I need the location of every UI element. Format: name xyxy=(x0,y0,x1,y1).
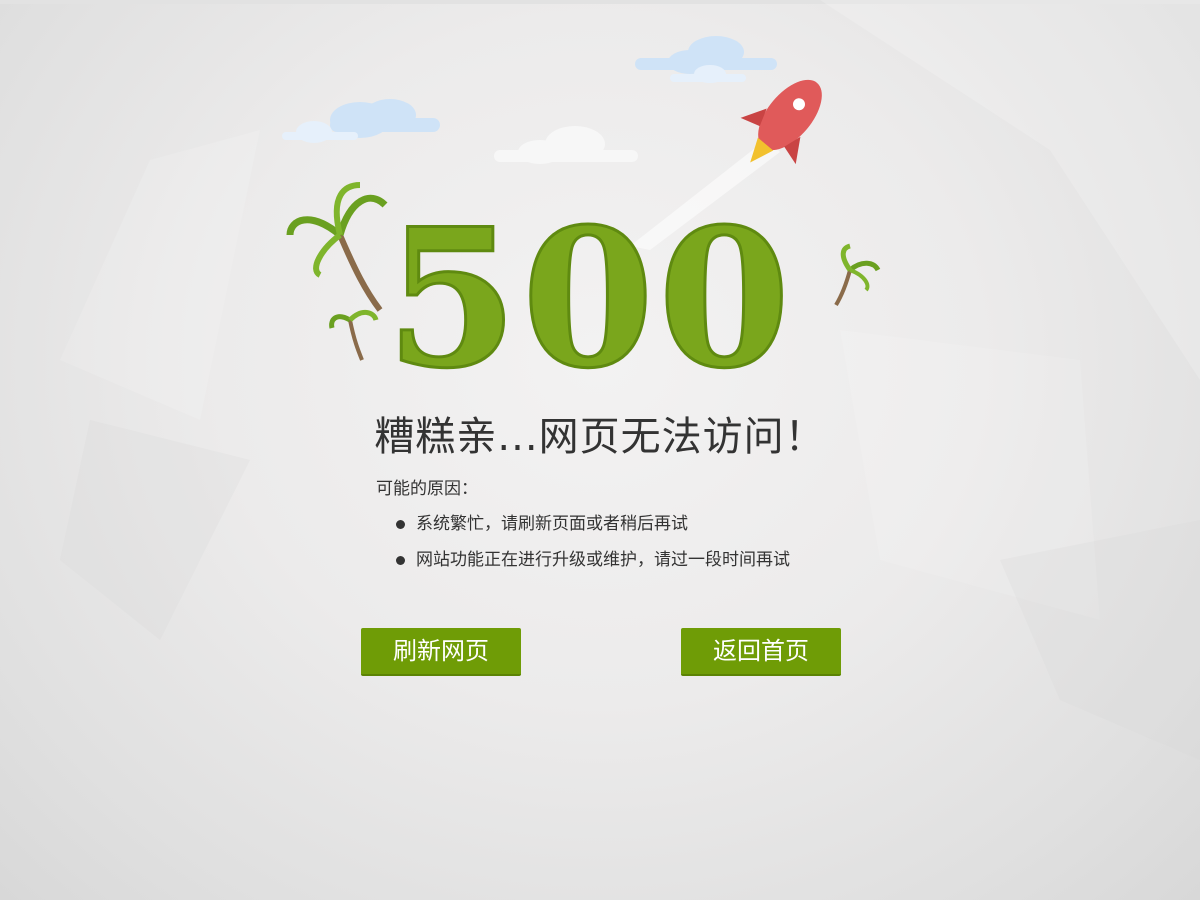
error-code: 500 xyxy=(386,187,795,400)
bullet-icon xyxy=(396,520,405,529)
reason-text: 网站功能正在进行升级或维护，请过一段时间再试 xyxy=(416,550,790,570)
cloud-icon xyxy=(635,36,777,83)
list-item: 网站功能正在进行升级或维护，请过一段时间再试 xyxy=(376,548,896,572)
home-button[interactable]: 返回首页 xyxy=(681,628,841,676)
reason-text: 系统繁忙，请刷新页面或者稍后再试 xyxy=(416,514,688,534)
reasons-list: 可能的原因： 系统繁忙，请刷新页面或者稍后再试 网站功能正在进行升级或维护，请过… xyxy=(376,478,896,584)
palm-tree-icon xyxy=(286,182,388,312)
refresh-button[interactable]: 刷新网页 xyxy=(361,628,521,676)
cloud-icon xyxy=(282,99,440,143)
list-item: 系统繁忙，请刷新页面或者稍后再试 xyxy=(376,512,896,536)
palm-tree-icon xyxy=(329,310,379,361)
cloud-icon xyxy=(494,126,638,164)
page-title: 糟糕亲...网页无法访问！ xyxy=(374,414,826,460)
bullet-icon xyxy=(396,556,405,565)
hero-illustration: 500 xyxy=(282,36,881,400)
reasons-title: 可能的原因： xyxy=(376,479,478,499)
palm-tree-icon xyxy=(834,243,881,307)
